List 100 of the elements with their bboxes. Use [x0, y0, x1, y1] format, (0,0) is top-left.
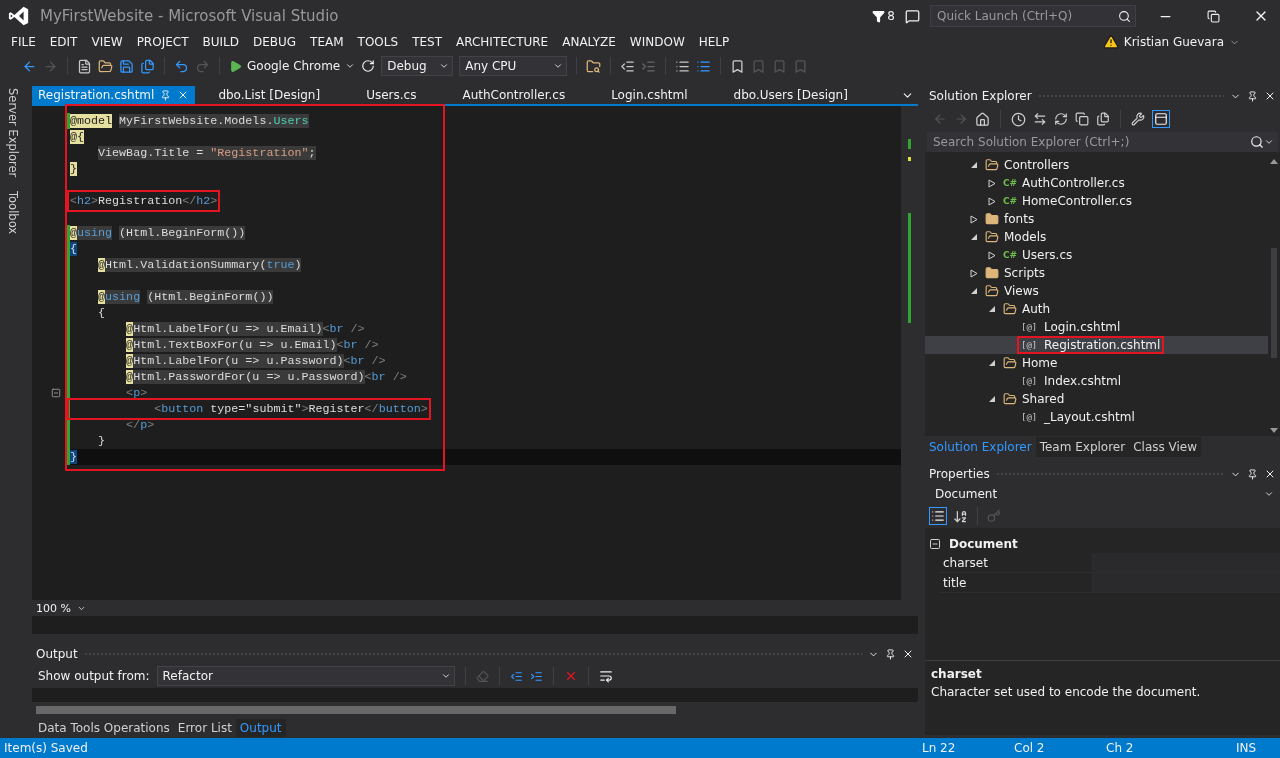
back-icon[interactable] [22, 58, 37, 74]
menu-item[interactable]: WINDOW [622, 35, 692, 49]
tree-item[interactable]: fonts [983, 212, 1037, 226]
panel-tab[interactable]: Error List [173, 719, 236, 737]
outdent-icon[interactable] [620, 58, 636, 74]
run-button[interactable]: Google Chrome [229, 59, 356, 73]
find-in-files-icon[interactable] [586, 58, 602, 74]
show-all-files-icon[interactable] [1096, 112, 1110, 126]
menu-item[interactable]: DEBUG [245, 35, 304, 49]
panel-tab[interactable]: Data Tools Operations [34, 719, 174, 737]
properties-icon[interactable] [1131, 112, 1145, 126]
menu-item[interactable]: HELP [691, 35, 737, 49]
uncomment-icon[interactable] [696, 58, 712, 74]
feedback-icon[interactable] [905, 8, 920, 24]
menu-item[interactable]: ARCHITECTURE [449, 35, 556, 49]
refresh-icon[interactable] [1054, 112, 1068, 126]
menu-item[interactable]: BUILD [195, 35, 246, 49]
next-message-icon[interactable] [529, 669, 543, 683]
pending-changes-icon[interactable] [1011, 111, 1026, 127]
tree-item[interactable]: C# Users.cs [1001, 248, 1075, 262]
indent-icon[interactable] [641, 58, 657, 74]
configuration-dropdown[interactable]: Debug [381, 56, 454, 76]
collapse-all-icon[interactable] [1075, 112, 1089, 126]
collapse-arrow-icon[interactable] [988, 359, 996, 367]
word-wrap-icon[interactable] [598, 669, 613, 683]
caret-icon[interactable] [553, 61, 564, 71]
tree-item[interactable]: Scripts [983, 266, 1048, 280]
tree-item[interactable]: Auth [1001, 302, 1053, 316]
tree-item[interactable]: [@] Login.cshtml [1019, 320, 1123, 334]
expand-arrow-icon[interactable] [988, 250, 996, 260]
collapse-arrow-icon[interactable] [970, 233, 978, 241]
document-tab[interactable]: dbo.Users [Design] [710, 86, 871, 104]
property-name[interactable]: title [939, 573, 1092, 592]
restore-icon[interactable] [1206, 9, 1220, 23]
new-project-icon[interactable] [77, 58, 92, 74]
sync-icon[interactable] [1033, 112, 1047, 126]
collapse-arrow-icon[interactable] [970, 287, 978, 295]
home-icon[interactable] [975, 111, 990, 127]
document-tab[interactable]: AuthController.cs [439, 86, 589, 104]
caret-icon[interactable] [1264, 137, 1274, 147]
expand-arrow-icon[interactable] [988, 196, 996, 206]
user-name[interactable]: Kristian Guevara [1123, 35, 1224, 49]
caret-icon[interactable] [439, 61, 450, 71]
refresh-icon[interactable] [361, 59, 376, 73]
collapse-icon[interactable] [929, 537, 941, 550]
notifications-button[interactable]: 8 [872, 9, 895, 23]
platform-dropdown[interactable]: Any CPU [459, 56, 568, 76]
tree-item[interactable]: Shared [1001, 392, 1067, 406]
pin-icon[interactable] [885, 648, 896, 660]
tree-item[interactable]: C# AuthController.cs [1001, 176, 1127, 190]
close-icon[interactable] [902, 648, 914, 660]
open-folder-icon[interactable] [98, 58, 113, 74]
document-tab[interactable]: Login.cshtml [588, 86, 711, 104]
menu-item[interactable]: TEST [405, 35, 449, 49]
save-all-icon[interactable] [140, 58, 155, 74]
fold-icon[interactable] [51, 388, 61, 398]
search-icon[interactable] [1118, 9, 1131, 23]
panel-tab[interactable]: Output [235, 719, 286, 737]
collapse-arrow-icon[interactable] [988, 395, 996, 403]
menu-item[interactable]: PROJECT [129, 35, 196, 49]
pin-icon[interactable] [1247, 90, 1258, 102]
tree-item[interactable]: Controllers [983, 158, 1072, 172]
panel-tab[interactable]: Team Explorer [1035, 437, 1130, 457]
search-field[interactable]: Search Solution Explorer (Ctrl+;) [927, 132, 1278, 152]
expand-arrow-icon[interactable] [970, 214, 978, 224]
side-tab[interactable]: Toolbox [6, 191, 20, 235]
tree-item[interactable]: Views [983, 284, 1041, 298]
search-icon[interactable] [1250, 135, 1264, 149]
expand-arrow-icon[interactable] [988, 178, 996, 188]
preview-icon[interactable] [1154, 112, 1168, 126]
property-name[interactable]: charset [939, 553, 1092, 572]
menu-item[interactable]: TEAM [303, 35, 351, 49]
pin-icon[interactable] [1247, 468, 1258, 480]
categorized-icon[interactable] [931, 509, 945, 523]
comment-icon[interactable] [675, 58, 691, 74]
menu-item[interactable]: TOOLS [350, 35, 406, 49]
side-tab[interactable]: Server Explorer [6, 88, 20, 178]
menu-item[interactable]: ANALYZE [555, 35, 623, 49]
menu-item[interactable]: EDIT [42, 35, 85, 49]
tree-item[interactable]: [@] _Layout.cshtml [1019, 410, 1137, 424]
close-icon[interactable] [1264, 468, 1276, 480]
tree-item[interactable]: Home [1001, 356, 1060, 370]
panel-tab[interactable]: Class View [1129, 437, 1202, 457]
code-editor[interactable] [32, 106, 918, 600]
zoom-dropdown[interactable]: 100 % [32, 601, 92, 615]
previous-message-icon[interactable] [509, 669, 523, 683]
expand-arrow-icon[interactable] [970, 268, 978, 278]
caret-icon[interactable] [440, 671, 451, 681]
tree-item[interactable]: C# HomeController.cs [1001, 194, 1135, 208]
collapse-arrow-icon[interactable] [988, 305, 996, 313]
caret-icon[interactable] [345, 61, 356, 71]
save-icon[interactable] [119, 58, 134, 74]
caret-icon[interactable] [1264, 489, 1274, 499]
bookmark-icon[interactable] [730, 58, 746, 74]
document-tab[interactable]: Users.cs [343, 86, 440, 104]
quick-launch-field[interactable]: Quick Launch (Ctrl+Q) [930, 5, 1136, 27]
alphabetical-icon[interactable] [953, 508, 968, 524]
undo-icon[interactable] [174, 58, 189, 74]
close-icon[interactable] [1264, 90, 1276, 102]
menu-item[interactable]: VIEW [84, 35, 130, 49]
